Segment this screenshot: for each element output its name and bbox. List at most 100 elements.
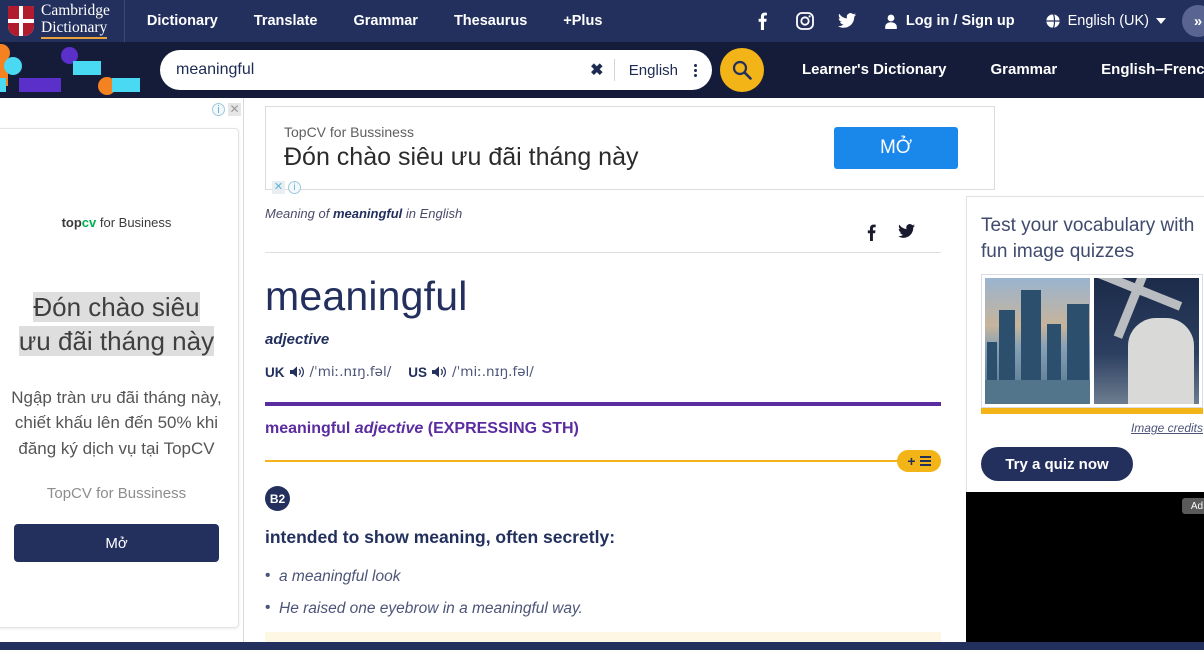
try-quiz-button[interactable]: Try a quiz now <box>981 447 1133 482</box>
speaker-icon[interactable] <box>432 365 447 379</box>
info-icon[interactable]: i <box>288 181 301 194</box>
primary-nav-links: Dictionary Translate Grammar Thesaurus +… <box>125 0 621 42</box>
instagram-icon[interactable] <box>784 11 826 30</box>
ad-label-badge: Ad <box>1182 498 1204 514</box>
pronunciation-row: UK /ˈmiː.nɪŋ.fəl/ US /ˈmiː.nɪŋ.fəl/ <box>265 364 965 380</box>
top-ad-title: Đón chào siêu ưu đãi tháng này <box>284 143 639 171</box>
decorative-shapes <box>0 42 170 98</box>
login-signup-label: Log in / Sign up <box>905 13 1015 29</box>
pron-ipa-us: /ˈmiː.nɪŋ.fəl/ <box>452 364 534 380</box>
chevron-down-icon <box>1156 18 1166 24</box>
sense-rule-row: + <box>265 450 941 472</box>
facebook-share-icon[interactable] <box>867 224 876 246</box>
quiz-image-city <box>985 278 1090 405</box>
twitter-icon[interactable] <box>826 12 868 30</box>
left-ad-card[interactable]: topcv for Business Đón chào siêu ưu đãi … <box>0 128 239 628</box>
speaker-icon[interactable] <box>289 365 305 379</box>
example-item: a meaningful look <box>265 567 941 586</box>
entry-header-row: Meaning of meaningful in English <box>265 206 941 246</box>
pron-ipa-uk: /ˈmiː.nɪŋ.fəl/ <box>309 364 392 380</box>
left-ad-headline-line2: ưu đãi tháng này <box>18 326 215 357</box>
nav-learners-dictionary[interactable]: Learner's Dictionary <box>780 49 968 91</box>
pron-region-us: US <box>408 364 428 380</box>
nav-thesaurus[interactable]: Thesaurus <box>436 0 545 42</box>
globe-icon <box>1044 13 1061 29</box>
page-title: meaningful <box>265 273 468 319</box>
add-to-wordlist-button[interactable]: + <box>897 450 941 472</box>
breadcrumb-prefix: Meaning of <box>265 206 333 221</box>
top-nav-right-group: Log in / Sign up English (UK) » <box>742 0 1204 42</box>
cambridge-crest-icon <box>8 6 34 36</box>
left-ad-body: Ngập tràn ưu đãi tháng này, chiết khấu l… <box>11 387 222 458</box>
clear-search-icon[interactable]: ✖ <box>580 60 614 80</box>
sense-guideword: (EXPRESSING STH) <box>427 420 579 437</box>
top-navigation-bar: Cambridge Dictionary Dictionary Translat… <box>0 0 1204 42</box>
breadcrumb-word: meaningful <box>332 206 403 221</box>
pron-region-uk: UK <box>265 364 285 380</box>
search-input[interactable] <box>160 61 580 79</box>
search-button[interactable] <box>720 48 764 92</box>
quiz-image-windmill <box>1094 278 1199 405</box>
search-language-selector[interactable]: English <box>615 62 690 79</box>
list-icon <box>919 456 931 466</box>
share-buttons <box>867 206 941 246</box>
nav-grammar[interactable]: Grammar <box>335 0 435 42</box>
brand-line-1: Cambridge <box>41 1 110 19</box>
amber-rule <box>265 460 941 462</box>
brand-text: Cambridge Dictionary <box>41 1 110 40</box>
cefr-level-badge: B2 <box>265 486 290 511</box>
sense-heading: meaningful adjective (EXPRESSING STH) <box>265 420 941 438</box>
left-ad-cta-button[interactable]: Mở <box>14 524 219 563</box>
part-of-speech: adjective <box>265 331 330 348</box>
site-logo[interactable]: Cambridge Dictionary <box>0 0 125 42</box>
top-ad-controls: ✕ i <box>272 181 301 194</box>
brand-line-2: Dictionary <box>41 19 108 40</box>
quiz-images[interactable] <box>981 274 1203 409</box>
avatar[interactable]: » <box>1182 5 1204 37</box>
video-ad-player[interactable]: Ad <box>966 492 1204 648</box>
topcv-logo: topcv for Business <box>5 215 228 230</box>
left-ad-brand: TopCV for Bussiness <box>46 485 187 503</box>
nav-grammar-secondary[interactable]: Grammar <box>968 49 1079 91</box>
search-box: ✖ English <box>160 50 712 90</box>
info-icon[interactable]: i <box>212 103 225 116</box>
sense-headword: meaningful <box>265 420 351 437</box>
top-ad-banner[interactable]: TopCV for Bussiness Đón chào siêu ưu đãi… <box>265 106 995 194</box>
image-credits-link[interactable]: Image credits <box>981 421 1203 435</box>
close-icon[interactable]: ✕ <box>228 103 241 116</box>
sense-block: meaningful adjective (EXPRESSING STH) + … <box>265 402 941 650</box>
nav-dictionary[interactable]: Dictionary <box>125 0 236 42</box>
top-ad-cta-button[interactable]: MỞ <box>834 127 958 169</box>
nav-translate[interactable]: Translate <box>236 0 336 42</box>
definition-text: intended to show meaning, often secretly… <box>265 527 616 547</box>
left-ad-column: i ✕ topcv for Business Đón chào siêu ưu … <box>0 98 244 642</box>
left-ad-headline: Đón chào siêu ưu đãi tháng này <box>5 290 228 359</box>
top-ad-subtitle: TopCV for Bussiness <box>284 124 414 140</box>
examples-list: a meaningful look He raised one eyebrow … <box>265 567 941 618</box>
user-icon <box>885 14 897 29</box>
left-ad-controls: i ✕ <box>212 103 241 116</box>
sense-part-of-speech: adjective <box>354 420 424 437</box>
search-icon <box>732 60 752 80</box>
language-selector[interactable]: English (UK) <box>1031 13 1180 29</box>
breadcrumb: Meaning of meaningful in English <box>265 206 462 221</box>
content-area: i ✕ topcv for Business Đón chào siêu ưu … <box>0 98 1204 650</box>
topcv-logo-suffix: for Business <box>96 215 172 230</box>
twitter-share-icon[interactable] <box>898 224 915 246</box>
footer-bar <box>0 642 1204 650</box>
quiz-title: Test your vocabulary with fun image quiz… <box>981 215 1195 262</box>
right-sidebar: Test your vocabulary with fun image quiz… <box>966 98 1204 648</box>
topcv-logo-top: top <box>61 215 82 230</box>
example-item: He raised one eyebrow in a meaningful wa… <box>265 599 941 618</box>
more-options-icon[interactable] <box>690 62 712 79</box>
secondary-nav-links: Learner's Dictionary Grammar English–Fre… <box>780 42 1204 98</box>
breadcrumb-suffix: in English <box>402 206 463 221</box>
page-root: Cambridge Dictionary Dictionary Translat… <box>0 0 1204 650</box>
nav-english-french[interactable]: English–French <box>1079 49 1204 91</box>
nav-plus[interactable]: +Plus <box>545 0 620 42</box>
login-signup-button[interactable]: Log in / Sign up <box>868 13 1031 29</box>
divider <box>265 252 941 253</box>
close-icon[interactable]: ✕ <box>272 181 285 194</box>
facebook-icon[interactable] <box>742 12 784 30</box>
amber-accent-bar <box>981 408 1203 415</box>
